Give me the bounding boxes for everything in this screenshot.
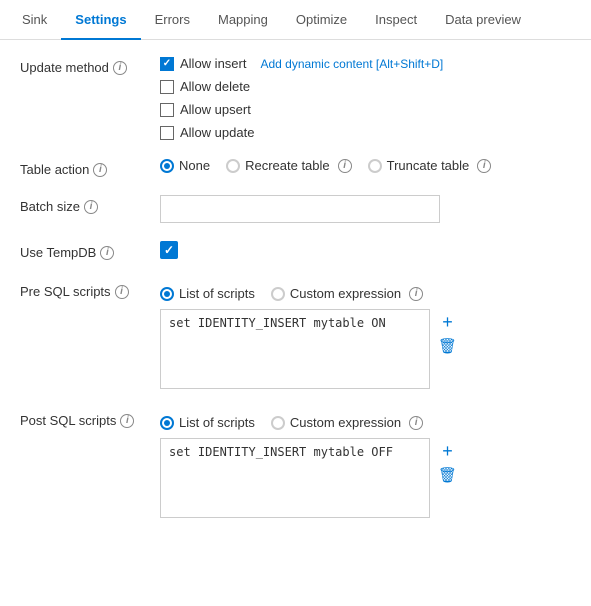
allow-update-row: Allow update [160,125,571,140]
allow-update-checkbox[interactable] [160,126,174,140]
pre-sql-add-button[interactable]: + [438,313,457,331]
allow-insert-checkbox[interactable] [160,57,174,71]
none-radio-row: None [160,158,210,173]
allow-upsert-row: Allow upsert [160,102,571,117]
post-sql-textarea[interactable] [160,438,430,518]
post-sql-actions: + 🗑 [438,438,457,483]
update-method-label: Update method i [20,56,160,75]
update-method-row: Update method i Allow insert Add dynamic… [20,56,571,140]
use-tempdb-label: Use TempDB i [20,241,160,260]
allow-insert-label: Allow insert [180,56,246,71]
truncate-table-radio-row: Truncate table i [368,158,492,173]
post-sql-delete-button[interactable]: 🗑 [438,468,457,483]
use-tempdb-info-icon[interactable]: i [100,246,114,260]
recreate-table-radio-row: Recreate table i [226,158,352,173]
pre-sql-actions: + 🗑 [438,309,457,354]
post-sql-scripts-row: Post SQL scripts i List of scripts Custo… [20,407,571,518]
post-custom-info-icon[interactable]: i [409,416,423,430]
use-tempdb-row: Use TempDB i [20,241,571,260]
pre-sql-textarea[interactable] [160,309,430,389]
pre-list-radio-label: List of scripts [179,286,255,301]
table-action-row: Table action i None Recreate table i Tru… [20,158,571,177]
post-sql-add-button[interactable]: + [438,442,457,460]
recreate-table-radio[interactable] [226,159,240,173]
post-sql-radio-group: List of scripts Custom expression i [160,415,571,430]
batch-size-control [160,195,571,223]
tab-inspect[interactable]: Inspect [361,0,431,39]
post-sql-textarea-row: + 🗑 [160,438,571,518]
pre-sql-trash-icon: 🗑 [438,339,457,354]
tab-optimize[interactable]: Optimize [282,0,361,39]
tab-errors[interactable]: Errors [141,0,204,39]
pre-custom-radio-row: Custom expression i [271,286,423,301]
post-sql-plus-icon: + [442,442,453,460]
tab-data-preview[interactable]: Data preview [431,0,535,39]
settings-content: Update method i Allow insert Add dynamic… [0,40,591,552]
add-dynamic-content-link[interactable]: Add dynamic content [Alt+Shift+D] [260,57,443,71]
tab-mapping[interactable]: Mapping [204,0,282,39]
post-sql-trash-icon: 🗑 [438,468,457,483]
recreate-table-radio-label: Recreate table [245,158,330,173]
tab-sink[interactable]: Sink [8,0,61,39]
use-tempdb-checkbox[interactable] [160,241,178,259]
post-custom-radio-row: Custom expression i [271,415,423,430]
allow-upsert-checkbox[interactable] [160,103,174,117]
pre-custom-info-icon[interactable]: i [409,287,423,301]
post-sql-info-icon[interactable]: i [120,414,134,428]
allow-insert-row: Allow insert Add dynamic content [Alt+Sh… [160,56,571,71]
truncate-table-radio-label: Truncate table [387,158,470,173]
update-method-info-icon[interactable]: i [113,61,127,75]
batch-size-info-icon[interactable]: i [84,200,98,214]
post-sql-control: List of scripts Custom expression i + 🗑 [160,415,571,518]
truncate-table-radio[interactable] [368,159,382,173]
pre-sql-scripts-row: Pre SQL scripts i List of scripts Custom… [20,278,571,389]
post-custom-radio-label: Custom expression [290,415,401,430]
allow-delete-checkbox[interactable] [160,80,174,94]
batch-size-row: Batch size i [20,195,571,223]
recreate-table-info-icon[interactable]: i [338,159,352,173]
tab-bar: Sink Settings Errors Mapping Optimize In… [0,0,591,40]
table-action-control: None Recreate table i Truncate table i [160,158,571,173]
table-action-radio-group: None Recreate table i Truncate table i [160,158,571,173]
post-custom-radio[interactable] [271,416,285,430]
none-radio[interactable] [160,159,174,173]
none-radio-label: None [179,158,210,173]
update-method-control: Allow insert Add dynamic content [Alt+Sh… [160,56,571,140]
table-action-label: Table action i [20,158,160,177]
truncate-table-info-icon[interactable]: i [477,159,491,173]
pre-list-radio[interactable] [160,287,174,301]
post-sql-scripts-label: Post SQL scripts i [20,407,160,428]
pre-sql-plus-icon: + [442,313,453,331]
allow-delete-label: Allow delete [180,79,250,94]
batch-size-label: Batch size i [20,195,160,214]
post-list-radio-row: List of scripts [160,415,255,430]
batch-size-input[interactable] [160,195,440,223]
table-action-info-icon[interactable]: i [93,163,107,177]
pre-sql-scripts-label: Pre SQL scripts i [20,278,160,299]
pre-sql-info-icon[interactable]: i [115,285,129,299]
pre-sql-radio-group: List of scripts Custom expression i [160,286,571,301]
post-list-radio[interactable] [160,416,174,430]
pre-sql-control: List of scripts Custom expression i + 🗑 [160,286,571,389]
pre-custom-radio-label: Custom expression [290,286,401,301]
allow-upsert-label: Allow upsert [180,102,251,117]
post-list-radio-label: List of scripts [179,415,255,430]
pre-sql-textarea-row: + 🗑 [160,309,571,389]
use-tempdb-control [160,241,571,259]
allow-delete-row: Allow delete [160,79,571,94]
pre-custom-radio[interactable] [271,287,285,301]
pre-list-radio-row: List of scripts [160,286,255,301]
tab-settings[interactable]: Settings [61,0,140,39]
allow-update-label: Allow update [180,125,254,140]
pre-sql-delete-button[interactable]: 🗑 [438,339,457,354]
